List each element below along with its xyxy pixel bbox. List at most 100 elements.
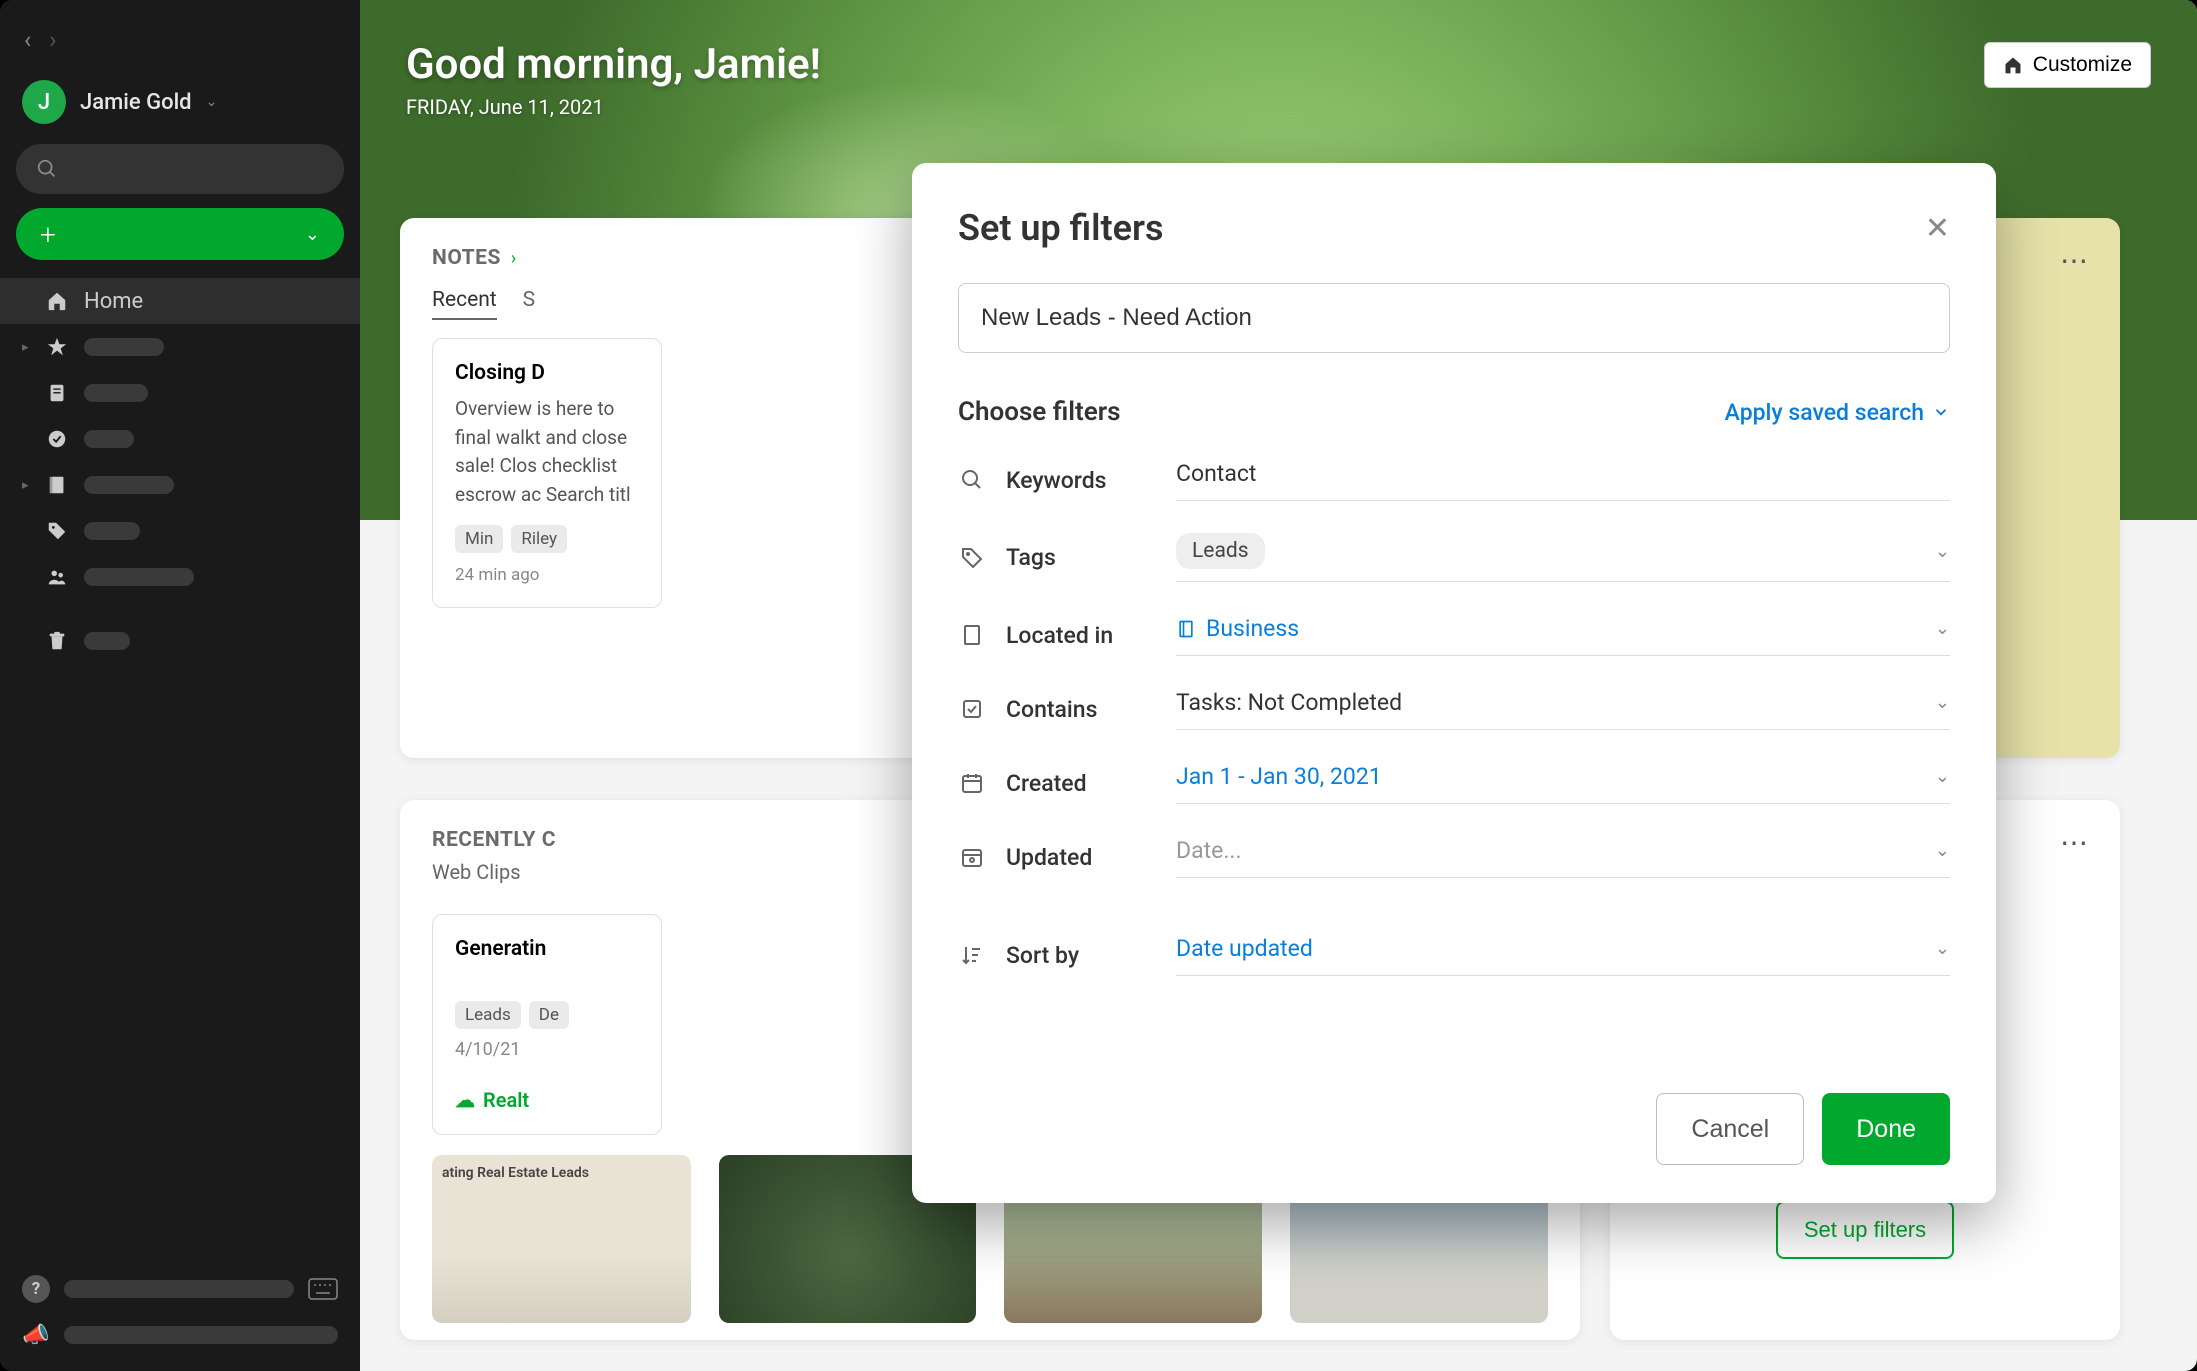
sort-by-row[interactable]: Sort by Date updated ⌄ [958,934,1950,976]
clip-card[interactable]: Generatin Leads De 4/10/21 ☁ Realt [432,914,662,1135]
more-icon[interactable]: ⋯ [2060,826,2090,859]
cancel-button[interactable]: Cancel [1656,1093,1804,1165]
tag-chip[interactable]: De [529,1001,569,1029]
search-icon [958,466,986,494]
megaphone-icon: 📣 [22,1321,50,1349]
filter-label: Updated [1006,844,1156,871]
avatar: J [22,80,66,124]
more-icon[interactable]: ⋯ [2060,244,2090,277]
account-switcher[interactable]: J Jamie Gold ⌄ [0,68,360,144]
filter-label: Keywords [1006,467,1156,494]
expand-icon[interactable]: ▸ [22,478,34,493]
filter-name-input[interactable] [958,283,1950,353]
filter-label: Tags [1006,544,1156,571]
chevron-down-icon: ⌄ [1935,541,1950,562]
note-card[interactable]: Closing D Overview is here to final walk… [432,338,662,608]
clip-thumbnail[interactable]: ating Real Estate Leads [432,1155,691,1323]
note-icon [44,380,70,406]
expand-icon[interactable]: ▸ [22,340,34,355]
hero-date: FRIDAY, June 11, 2021 [406,95,821,119]
filter-label: Created [1006,770,1156,797]
set-up-filters-button[interactable]: Set up filters [1776,1201,1954,1259]
placeholder [84,568,194,586]
customize-icon [2003,55,2023,75]
tag-icon [958,544,986,572]
calendar-icon [958,769,986,797]
sidebar-item-trash[interactable] [0,618,360,664]
star-icon [44,334,70,360]
new-note-button[interactable]: + ⌄ [16,208,344,260]
sidebar-item-home[interactable]: Home [0,278,360,324]
tag-chip[interactable]: Leads [455,1001,521,1029]
sidebar: ‹ › J Jamie Gold ⌄ + ⌄ Home ▸ [0,0,360,1371]
keyboard-icon[interactable] [308,1278,338,1300]
placeholder [84,430,134,448]
chevron-down-icon: ⌄ [305,224,320,245]
tag-chip[interactable]: Min [455,525,503,553]
sort-icon [958,941,986,969]
note-timestamp: 24 min ago [455,565,639,585]
chevron-down-icon: ⌄ [1935,692,1950,713]
username: Jamie Gold [80,90,192,115]
search-input[interactable] [16,144,344,194]
tab-suggested[interactable]: S [523,288,535,320]
placeholder [84,632,130,650]
choose-filters-label: Choose filters [958,397,1121,427]
filter-value: Business [1176,615,1299,642]
sidebar-announce-row[interactable]: 📣 [22,1321,338,1349]
placeholder [84,338,164,356]
greeting-text: Good morning, Jamie! [406,40,821,89]
chevron-down-icon: ⌄ [1935,766,1950,787]
sidebar-item-tags[interactable] [0,508,360,554]
filter-value: Tasks: Not Completed [1176,689,1402,716]
modal-title: Set up filters [958,207,1163,249]
chevron-right-icon[interactable]: › [511,248,516,269]
chevron-down-icon: ⌄ [1935,618,1950,639]
filter-located-in-row[interactable]: Located in Business ⌄ [958,614,1950,656]
close-icon[interactable]: ✕ [1925,211,1950,246]
filter-label: Contains [1006,696,1156,723]
tag-icon [44,518,70,544]
customize-button[interactable]: Customize [1984,42,2151,88]
widget-title: NOTES [432,246,501,270]
filter-keywords-row[interactable]: Keywords Contact [958,459,1950,501]
clip-date: 4/10/21 [455,1039,639,1060]
sidebar-item-notes[interactable] [0,370,360,416]
shared-icon [44,564,70,590]
filter-updated-row[interactable]: Updated Date... ⌄ [958,836,1950,878]
note-body: Overview is here to final walkt and clos… [455,395,639,509]
done-button[interactable]: Done [1822,1093,1950,1165]
calendar-updated-icon [958,843,986,871]
clip-source: ☁ Realt [455,1088,639,1112]
site-icon: ☁ [455,1088,475,1112]
set-up-filters-modal: Set up filters ✕ Choose filters Apply sa… [912,163,1996,1203]
apply-saved-search-button[interactable]: Apply saved search [1725,399,1950,426]
sidebar-item-shared[interactable] [0,554,360,600]
sidebar-item-notebooks[interactable]: ▸ [0,462,360,508]
placeholder [84,476,174,494]
home-icon [44,288,70,314]
filter-value: Date updated [1176,935,1313,962]
notebook-icon [44,472,70,498]
back-arrow[interactable]: ‹ [24,26,31,54]
placeholder [84,522,140,540]
contains-icon [958,695,986,723]
sidebar-item-tasks[interactable] [0,416,360,462]
tab-recent[interactable]: Recent [432,288,497,320]
filter-created-row[interactable]: Created Jan 1 - Jan 30, 2021 ⌄ [958,762,1950,804]
tag-pill[interactable]: Leads [1176,533,1265,569]
forward-arrow[interactable]: › [49,26,56,54]
sidebar-info-row[interactable]: ? [22,1275,338,1303]
sidebar-item-shortcuts[interactable]: ▸ [0,324,360,370]
filter-tags-row[interactable]: Tags Leads ⌄ [958,533,1950,582]
placeholder [84,384,148,402]
filter-contains-row[interactable]: Contains Tasks: Not Completed ⌄ [958,688,1950,730]
filter-label: Located in [1006,622,1156,649]
chevron-down-icon: ⌄ [206,94,218,110]
filter-value: Contact [1176,460,1256,487]
trash-icon [44,628,70,654]
chevron-down-icon: ⌄ [1935,938,1950,959]
tag-chip[interactable]: Riley [511,525,567,553]
notebook-icon [958,621,986,649]
note-title: Closing D [455,361,639,385]
